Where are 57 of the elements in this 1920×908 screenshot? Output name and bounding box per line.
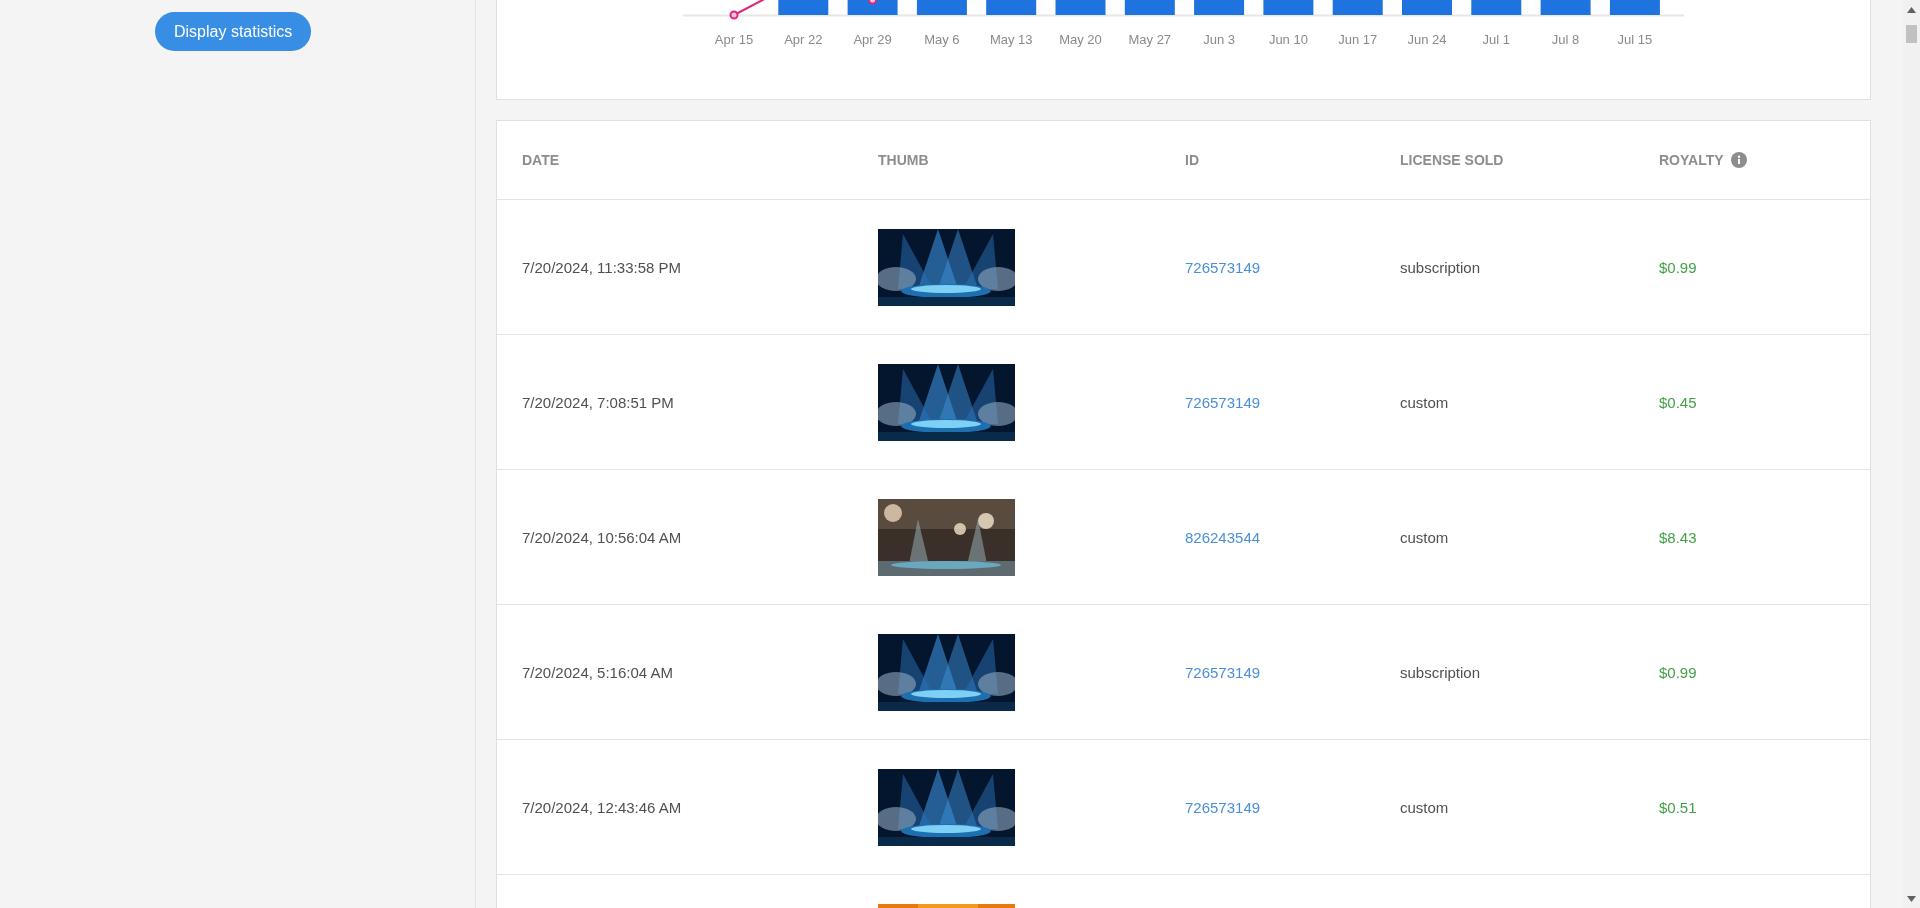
axis-label: Jun 10 [1268, 32, 1308, 47]
bar [1609, 0, 1660, 15]
axis-label: Jun 17 [1338, 32, 1378, 47]
bar [1332, 0, 1383, 15]
axis-label: Jul 1 [1482, 32, 1511, 47]
bar [1194, 0, 1245, 15]
column-header: ID [1185, 152, 1199, 168]
axis-label: Apr 29 [853, 32, 892, 47]
id-link[interactable]: 726573149 [1185, 258, 1261, 276]
license-cell: subscription [1400, 258, 1481, 276]
axis-label: Jul 15 [1617, 32, 1653, 47]
axis-label: May 20 [1059, 32, 1102, 47]
axis-label: Jul 8 [1551, 32, 1580, 47]
date-cell: 7/20/2024, 5:16:04 AM [522, 663, 673, 681]
royalty-cell: $0.99 [1659, 258, 1697, 276]
axis-label: Jun 3 [1203, 32, 1235, 47]
id-link[interactable]: 726573149 [1185, 663, 1261, 681]
column-header: LICENSE SOLD [1400, 152, 1504, 168]
bar [916, 0, 967, 15]
bar [1124, 0, 1175, 15]
id-link[interactable]: 726573149 [1185, 393, 1261, 411]
axis-label: Jun 24 [1407, 32, 1447, 47]
axis-label: May 6 [924, 32, 960, 47]
axis-label: Apr 15 [714, 32, 754, 47]
bar [778, 0, 829, 15]
scroll-thumb[interactable] [1906, 25, 1917, 43]
axis-label: May 27 [1128, 32, 1172, 47]
axis-label: May 13 [989, 32, 1033, 47]
license-cell: subscription [1400, 663, 1481, 681]
axis-label: Apr 22 [784, 32, 823, 47]
bar [1540, 0, 1591, 15]
royalty-cell: $0.99 [1659, 663, 1697, 681]
info-icon[interactable] [1730, 152, 1747, 168]
id-link[interactable]: 726573149 [1185, 798, 1261, 816]
royalty-cell: $0.45 [1659, 393, 1697, 411]
license-cell: custom [1400, 393, 1449, 411]
license-cell: custom [1400, 528, 1449, 546]
bar [1402, 0, 1452, 15]
royalty-cell: $8.43 [1659, 528, 1697, 546]
date-cell: 7/20/2024, 11:33:58 PM [522, 258, 681, 276]
bar [1055, 0, 1106, 15]
scroll-down-icon[interactable] [1907, 896, 1916, 902]
license-cell: custom [1400, 798, 1449, 816]
column-header: DATE [522, 152, 560, 168]
bar [986, 0, 1037, 15]
column-header: ROYALTY [1659, 152, 1724, 168]
display-statistics-button[interactable]: Display statistics [155, 12, 312, 51]
date-cell: 7/20/2024, 12:43:46 AM [522, 798, 682, 816]
bar [847, 0, 898, 15]
scroll-up-icon[interactable] [1907, 7, 1916, 13]
bar [1263, 0, 1314, 15]
id-link[interactable]: 826243544 [1185, 528, 1261, 546]
bar [1471, 0, 1522, 15]
date-cell: 7/20/2024, 10:56:04 AM [522, 528, 682, 546]
date-cell: 7/20/2024, 7:08:51 PM [522, 393, 674, 411]
royalty-cell: $0.51 [1659, 798, 1697, 816]
column-header: THUMB [878, 152, 929, 168]
